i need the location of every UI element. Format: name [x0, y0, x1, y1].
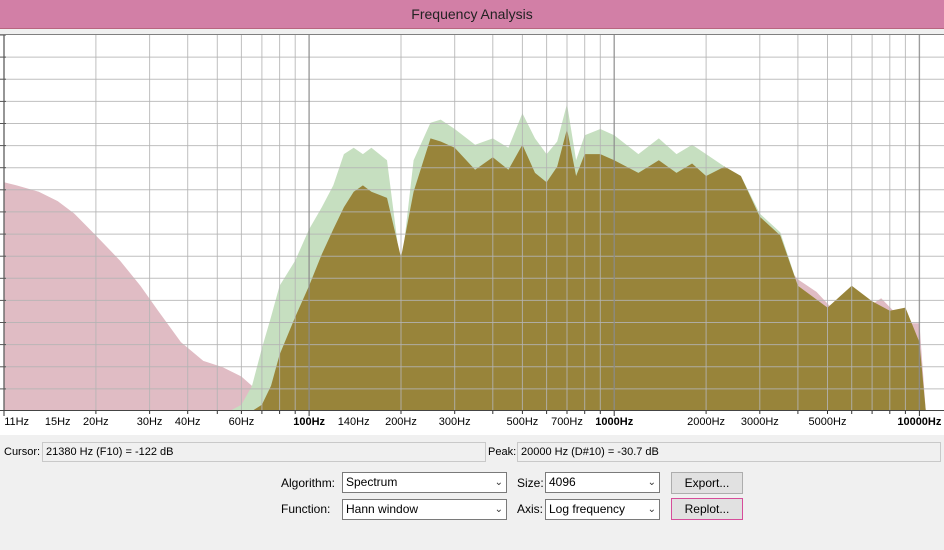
export-button[interactable]: Export... — [671, 472, 743, 494]
ruler-tick-label: 60Hz — [228, 416, 255, 428]
replot-button[interactable]: Replot... — [671, 498, 743, 520]
chevron-down-icon: ⌄ — [647, 504, 656, 515]
size-label: Size: — [517, 476, 544, 490]
ruler-tick-label: 15Hz — [44, 416, 71, 428]
chevron-down-icon: ⌄ — [494, 477, 503, 488]
axis-select[interactable]: Log frequency ⌄ — [545, 499, 660, 520]
function-label: Function: — [281, 502, 331, 516]
algorithm-value: Spectrum — [346, 475, 398, 489]
size-select[interactable]: 4096 ⌄ — [545, 472, 660, 493]
cursor-label: Cursor: — [4, 446, 41, 458]
cursor-readout: 21380 Hz (F10) = -122 dB — [42, 442, 486, 462]
ruler-tick-label: 40Hz — [174, 416, 201, 428]
chevron-down-icon: ⌄ — [494, 504, 503, 515]
peak-label: Peak: — [488, 446, 517, 458]
frequency-ruler: 11Hz 15Hz 20Hz 30Hz 40Hz 60Hz 100Hz 140Hz 200Hz 3… — [0, 410, 944, 435]
ruler-tick-label: 30Hz — [136, 416, 163, 428]
ruler-tick-label: 5000Hz — [808, 416, 847, 428]
window-title: Frequency Analysis — [411, 6, 533, 22]
ruler-tick-label: 2000Hz — [687, 416, 726, 428]
function-value: Hann window — [346, 502, 419, 516]
spectrum-chart — [0, 35, 944, 411]
spectrum-plot[interactable] — [0, 34, 944, 411]
peak-readout: 20000 Hz (D#10) = -30.7 dB — [517, 442, 941, 462]
ruler-tick-label: 300Hz — [438, 416, 471, 428]
ruler-tick-label: 200Hz — [385, 416, 417, 428]
size-value: 4096 — [549, 475, 576, 489]
ruler-tick-label: 700Hz — [551, 416, 583, 428]
ruler-tick-label: 20Hz — [83, 416, 109, 428]
algorithm-select[interactable]: Spectrum ⌄ — [342, 472, 507, 493]
axis-label: Axis: — [517, 502, 544, 516]
ruler-tick-label: 100Hz — [293, 416, 326, 428]
ruler-tick-label: 3000Hz — [740, 416, 779, 428]
ruler-tick-label: 1000Hz — [595, 416, 634, 428]
ruler-tick-label: 140Hz — [337, 416, 370, 428]
readouts-row: Cursor: 21380 Hz (F10) = -122 dB Peak: 2… — [0, 440, 944, 464]
window-titlebar: Frequency Analysis — [0, 0, 944, 29]
axis-value: Log frequency — [549, 502, 626, 516]
ruler-tick-label: 500Hz — [506, 416, 539, 428]
ruler-tick-label: 10000Hz — [897, 416, 942, 428]
algorithm-label: Algorithm: — [281, 476, 336, 490]
ruler-tick-label: 11Hz — [4, 416, 30, 428]
function-select[interactable]: Hann window ⌄ — [342, 499, 507, 520]
chevron-down-icon: ⌄ — [647, 477, 656, 488]
